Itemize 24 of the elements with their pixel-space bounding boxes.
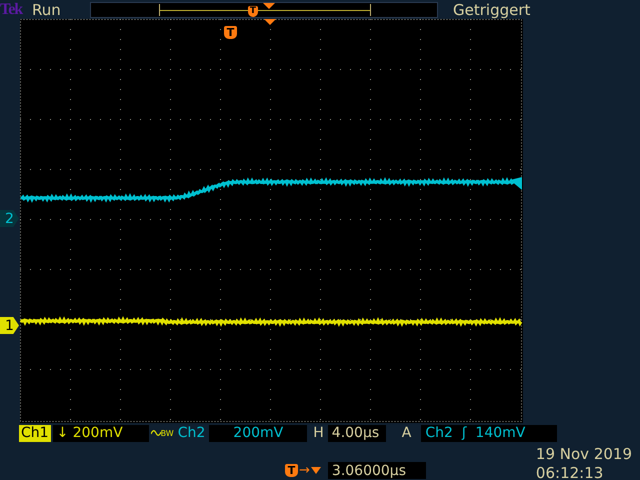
trigger-state: Getriggert xyxy=(453,0,530,18)
logo: Tek xyxy=(0,0,24,18)
trigger-marker-icon: T xyxy=(285,464,298,477)
trigger-label: A xyxy=(400,424,412,442)
trigger-marker-icon: T xyxy=(248,6,258,16)
arrow-symbol: → xyxy=(299,463,310,478)
trigger-point-icon xyxy=(310,467,321,474)
channel-label[interactable]: Ch1 xyxy=(19,424,51,442)
horizontal-scale-readout: 4.00µs xyxy=(328,424,386,442)
trigger-readout: Ch2 ʃ 140mV xyxy=(421,424,558,442)
trigger-level-icon xyxy=(510,177,522,190)
bandwidth-limit-label: BW xyxy=(160,428,174,438)
vertical-scale-readout: 200mV xyxy=(209,424,308,442)
channel-label[interactable]: Ch2 xyxy=(176,424,208,442)
wave-icon xyxy=(150,428,161,438)
acquisition-status: Run xyxy=(32,0,62,18)
date: 19 Nov 2019 xyxy=(536,445,632,464)
trigger-position-readout: 3.06000µs xyxy=(328,462,426,479)
channel-marker[interactable]: 1 xyxy=(0,317,19,334)
horizontal-label: H xyxy=(312,424,325,442)
channel-marker[interactable]: 2 xyxy=(0,210,19,227)
time: 06:12:13 xyxy=(536,464,604,480)
trigger-marker-icon: T xyxy=(224,26,237,39)
vertical-scale-readout: ↓ 200mV xyxy=(52,424,149,442)
